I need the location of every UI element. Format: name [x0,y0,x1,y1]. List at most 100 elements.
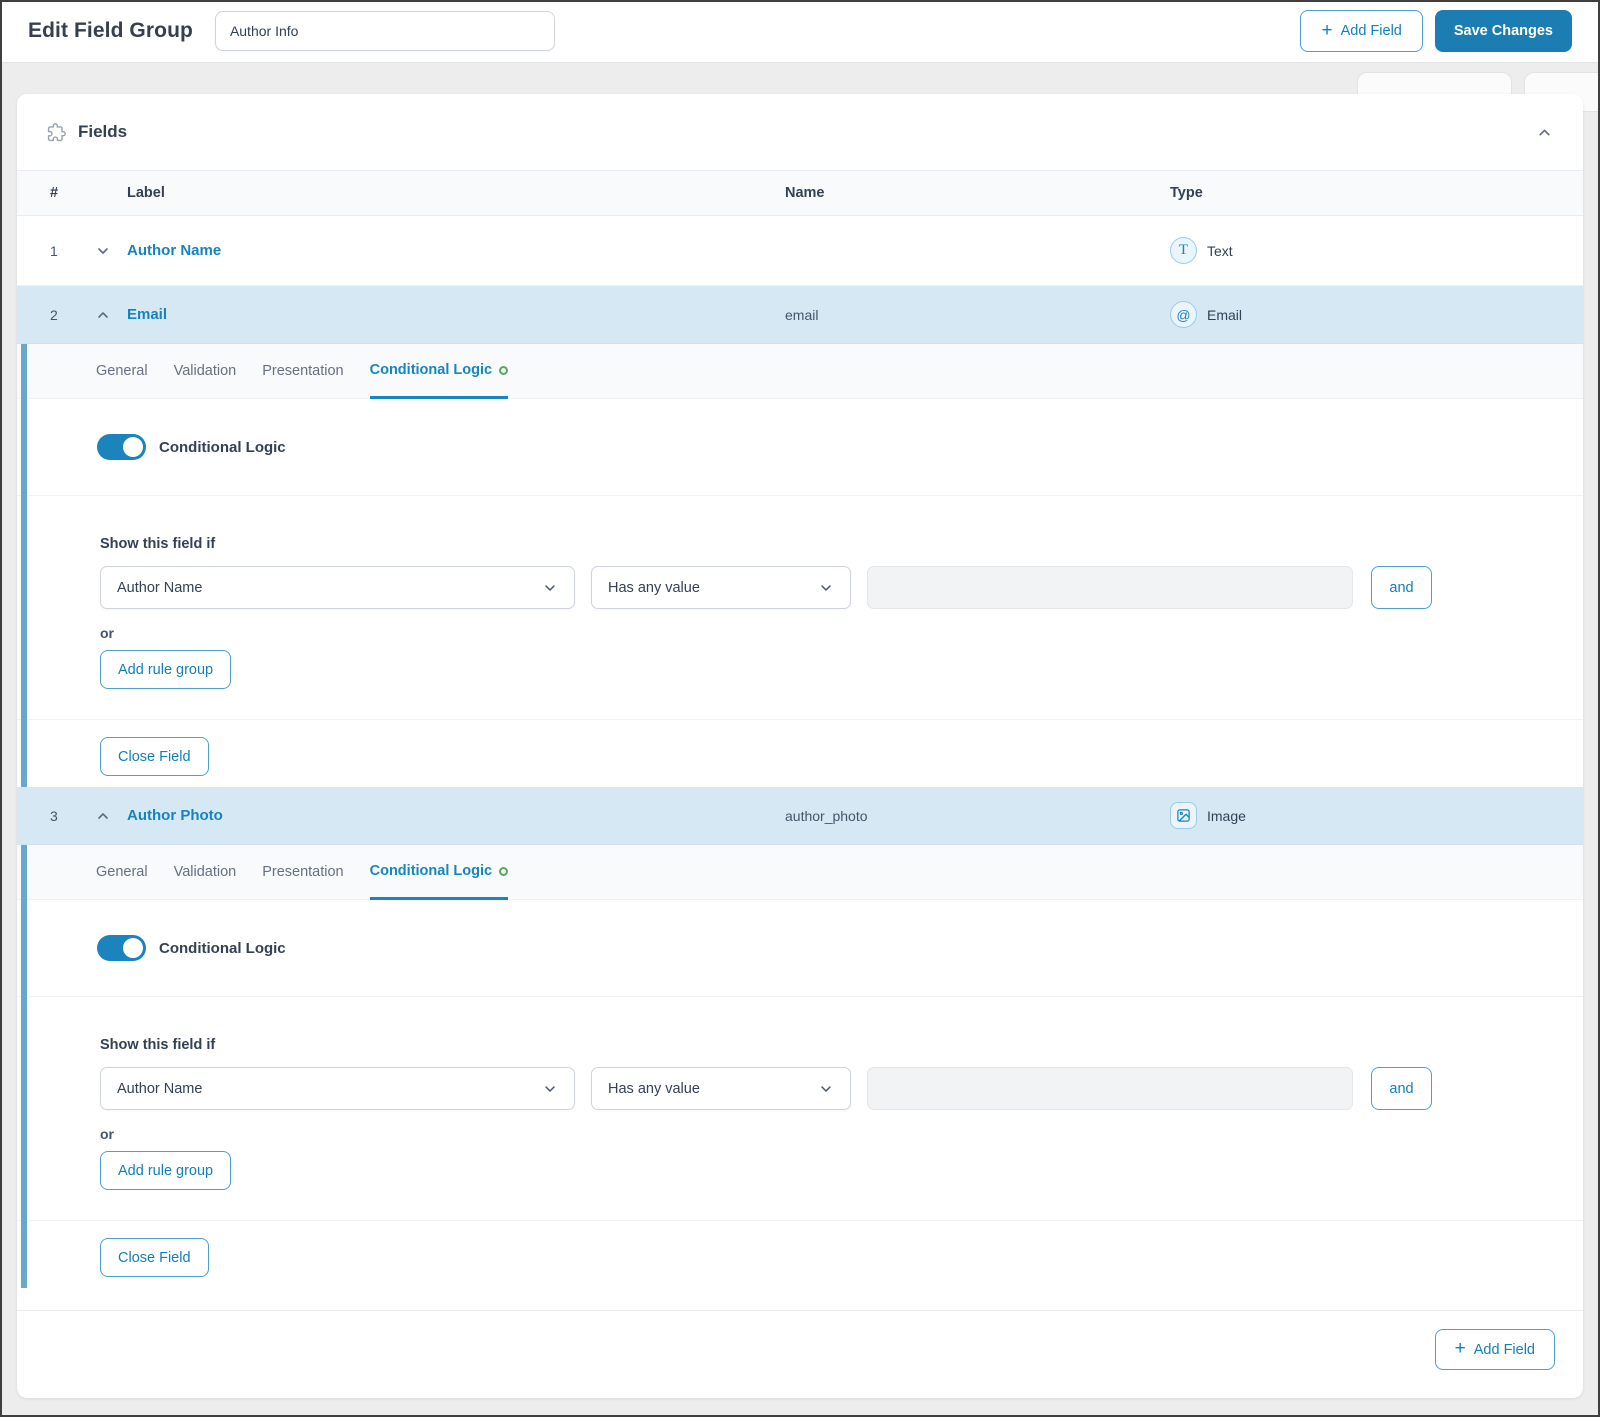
row-index: 1 [50,243,95,259]
top-bar-actions: + Add Field Save Changes [1300,10,1572,52]
or-label: or [100,1126,1583,1142]
close-field-button[interactable]: Close Field [100,737,209,776]
field-editor-tabs: General Validation Presentation Conditio… [17,845,1583,900]
add-rule-group-label: Add rule group [118,662,213,678]
add-field-button[interactable]: + Add Field [1300,10,1422,52]
conditional-logic-toggle[interactable] [97,434,146,460]
table-row: 1 Author Name T Text [17,216,1583,286]
field-label-link[interactable]: Author Photo [127,807,785,824]
tab-presentation[interactable]: Presentation [262,344,343,398]
tab-general[interactable]: General [96,845,148,899]
save-changes-button[interactable]: Save Changes [1435,10,1572,52]
plus-icon: + [1321,21,1332,40]
field-label-link[interactable]: Email [127,306,785,323]
and-rule-button[interactable]: and [1371,566,1432,609]
and-rule-button[interactable]: and [1371,1067,1432,1110]
email-type-icon: @ [1170,301,1197,328]
tab-label: Conditional Logic [370,362,492,378]
fields-panel-footer: + Add Field [17,1310,1583,1370]
field-editor-tabs: General Validation Presentation Conditio… [17,344,1583,399]
add-rule-group-button[interactable]: Add rule group [100,1151,231,1190]
close-field-label: Close Field [118,749,191,765]
field-type-label: Text [1207,243,1233,259]
field-group-title-input[interactable] [215,11,555,51]
add-field-label: Add Field [1474,1342,1535,1358]
and-label: and [1389,1081,1413,1097]
row-index: 3 [50,808,95,824]
field-type-cell: @ Email [1170,301,1583,328]
fields-panel-title: Fields [78,122,127,142]
conditional-logic-toggle-label: Conditional Logic [159,940,286,957]
rule-row: Author Name Has any value and [100,1067,1583,1110]
add-rule-group-label: Add rule group [118,1163,213,1179]
top-bar: Edit Field Group + Add Field Save Change… [0,0,1600,63]
conditional-rules-section: Show this field if Author Name Has any v… [17,997,1583,1220]
tab-label: Conditional Logic [370,863,492,879]
tab-conditional-logic[interactable]: Conditional Logic [370,845,508,900]
add-rule-group-button[interactable]: Add rule group [100,650,231,689]
conditional-logic-toggle-row: Conditional Logic [17,399,1583,496]
row-index: 2 [50,307,95,323]
chevron-up-icon[interactable] [95,808,127,824]
tab-validation[interactable]: Validation [174,845,237,899]
rule-value-input [867,566,1353,609]
field-type-cell: Image [1170,802,1583,829]
rule-value-input [867,1067,1353,1110]
chevron-down-icon [818,580,834,596]
close-field-button[interactable]: Close Field [100,1238,209,1277]
conditional-rules-section: Show this field if Author Name Has any v… [17,496,1583,719]
field-label-link[interactable]: Author Name [127,242,785,259]
tab-conditional-logic[interactable]: Conditional Logic [370,344,508,399]
text-type-icon: T [1170,237,1197,264]
tab-general[interactable]: General [96,344,148,398]
close-field-row: Close Field [17,719,1583,787]
column-header-type: Type [1170,185,1583,201]
rule-operator-value: Has any value [608,1081,700,1097]
puzzle-icon [47,123,66,142]
conditional-logic-toggle[interactable] [97,935,146,961]
rule-operator-select[interactable]: Has any value [591,1067,851,1110]
field-editor-author-photo: General Validation Presentation Conditio… [17,845,1583,1288]
column-header-name: Name [785,185,1170,201]
chevron-up-icon[interactable] [1536,124,1553,141]
tab-presentation[interactable]: Presentation [262,845,343,899]
plus-icon: + [1455,1339,1466,1358]
rule-field-value: Author Name [117,1081,202,1097]
green-dot [499,366,508,375]
rule-field-select[interactable]: Author Name [100,566,575,609]
image-type-icon [1170,802,1197,829]
chevron-down-icon [542,1081,558,1097]
rule-operator-value: Has any value [608,580,700,596]
chevron-down-icon[interactable] [95,243,127,259]
save-changes-label: Save Changes [1454,23,1553,39]
field-editor-email: General Validation Presentation Conditio… [17,344,1583,787]
tab-validation[interactable]: Validation [174,344,237,398]
green-dot [499,867,508,876]
field-type-cell: T Text [1170,237,1583,264]
rule-field-value: Author Name [117,580,202,596]
conditional-logic-toggle-row: Conditional Logic [17,900,1583,997]
chevron-up-icon[interactable] [95,307,127,323]
field-type-label: Email [1207,307,1242,323]
table-row: 3 Author Photo author_photo Image [17,787,1583,845]
rule-operator-select[interactable]: Has any value [591,566,851,609]
column-header-label: Label [127,185,785,201]
table-header-row: # Label Name Type [17,170,1583,216]
rule-row: Author Name Has any value and [100,566,1583,609]
close-field-label: Close Field [118,1250,191,1266]
field-name: email [785,307,1170,323]
add-field-label: Add Field [1341,23,1402,39]
fields-panel-header: Fields [17,94,1583,170]
add-field-button[interactable]: + Add Field [1435,1329,1555,1370]
chevron-down-icon [818,1081,834,1097]
field-name: author_photo [785,808,1170,824]
and-label: and [1389,580,1413,596]
field-type-label: Image [1207,808,1246,824]
show-field-if-label: Show this field if [100,536,1583,552]
show-field-if-label: Show this field if [100,1037,1583,1053]
chevron-down-icon [542,580,558,596]
type-glyph: @ [1176,307,1190,323]
rule-field-select[interactable]: Author Name [100,1067,575,1110]
toggle-knob [123,938,143,958]
conditional-logic-toggle-label: Conditional Logic [159,439,286,456]
